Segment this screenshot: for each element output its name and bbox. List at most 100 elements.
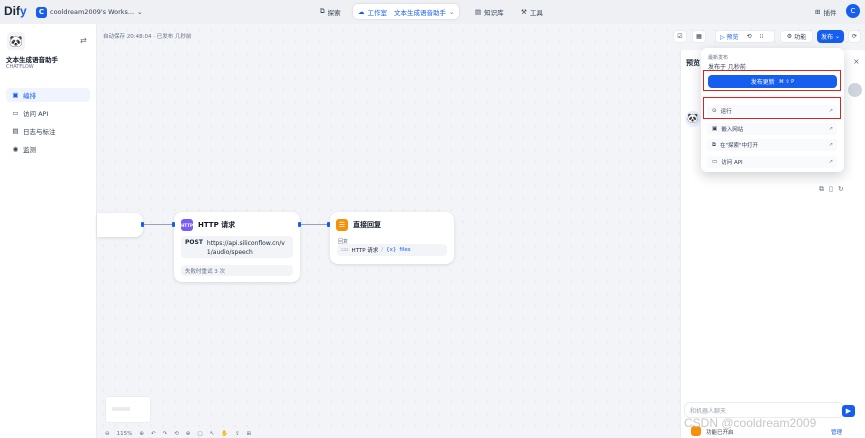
variable-name: files: [399, 247, 411, 253]
file-icon: ▤: [12, 127, 19, 135]
http-url: https://api.siliconflow.cn/v1/audio/spee…: [206, 240, 285, 256]
http-icon: HTTP: [181, 219, 193, 231]
top-bar: Dify C cooldream2009's Works... ⌄ ⧉ 探索 ☁ …: [0, 0, 865, 24]
layout-grid-icon[interactable]: ▦: [692, 30, 706, 43]
arrow-up-right-icon: ↗: [828, 142, 833, 148]
latest-publish-label: 最新发布: [708, 55, 729, 61]
answer-icon: ☰: [336, 219, 348, 231]
publish-button[interactable]: 发布 ⌄: [817, 30, 844, 43]
user-avatar-icon: [848, 83, 862, 97]
redo-icon[interactable]: ↷: [163, 431, 168, 437]
variable-icon: ▫▫: [341, 247, 349, 253]
zoom-in-icon[interactable]: ⊕: [139, 431, 144, 437]
collapse-sidebar-icon[interactable]: ⇄: [80, 36, 87, 45]
send-icon: ▶: [845, 407, 852, 415]
layout-icon: ▣: [12, 91, 19, 99]
chevron-down-icon: ⌄: [449, 7, 455, 16]
panel-title: 预览: [686, 59, 700, 67]
edge: [144, 224, 172, 225]
nav-current-app[interactable]: 文本生成语音助手: [394, 7, 446, 17]
plugin-icon: ⊞: [815, 7, 821, 16]
undo-icon[interactable]: ↶: [151, 431, 156, 437]
terminal-icon: ▭: [12, 109, 19, 117]
edge: [301, 224, 329, 225]
play-icon: ▷: [720, 34, 725, 41]
chevron-down-icon: ⌄: [834, 33, 841, 40]
history-icon[interactable]: ⟲: [174, 431, 179, 437]
tool-icon: ⚒: [521, 7, 527, 16]
embed-icon: ▣: [712, 126, 718, 132]
copy-icon[interactable]: ⧉: [819, 185, 824, 194]
arrow-up-right-icon: ↗: [828, 159, 833, 165]
note-icon[interactable]: ▢: [197, 431, 202, 437]
zoom-out-icon[interactable]: ⊖: [105, 431, 110, 437]
sidebar-item-api[interactable]: ▭ 访问 API: [6, 106, 90, 120]
popup-item-embed[interactable]: ▣ 嵌入网站 ↗: [707, 123, 837, 135]
plugin-button[interactable]: ⊞ 插件: [810, 4, 841, 19]
features-button[interactable]: ⚙ 功能: [780, 30, 813, 43]
monitor-icon: ◉: [12, 145, 19, 153]
checklist-icon[interactable]: ☑: [673, 30, 687, 43]
variable-brace-icon: {x}: [386, 247, 397, 253]
separator-icon: /: [381, 247, 384, 253]
add-node-icon[interactable]: ⊕: [186, 431, 191, 437]
sidebar-item-monitor[interactable]: ◉ 监测: [6, 142, 90, 156]
preview-group: ▷ 预览 ⟲ ⁝⁝: [715, 30, 775, 43]
watermark: CSDN @cooldream2009: [684, 416, 817, 430]
popup-item-api[interactable]: ▭ 访问 API ↗: [707, 156, 837, 168]
workspace-badge: C: [36, 6, 47, 18]
pointer-icon[interactable]: ↖: [210, 431, 215, 437]
nav-knowledge[interactable]: ▤ 知识库: [470, 4, 509, 19]
compass-icon: ⧉: [320, 7, 325, 15]
feature-icon: ⚙: [786, 33, 793, 40]
send-button[interactable]: ▶: [842, 405, 855, 417]
hand-icon[interactable]: ✋: [221, 431, 228, 437]
preview-button[interactable]: ▷ 预览: [720, 32, 739, 41]
zoom-level[interactable]: 115%: [117, 431, 133, 437]
book-icon: ▤: [475, 7, 482, 16]
studio-icon: ☁: [358, 7, 365, 16]
sidebar: 🐼 ⇄ 文本生成语音助手 CHATFLOW ▣ 编排 ▭ 访问 API ▤ 日志与标注…: [0, 24, 97, 438]
nav-explore[interactable]: ⧉ 探索: [315, 4, 346, 19]
sidebar-item-orchestrate[interactable]: ▣ 编排: [6, 88, 90, 102]
app-icon: 🐼: [7, 32, 25, 50]
export-icon[interactable]: ⇪: [235, 431, 240, 437]
terminal-icon: ▭: [712, 159, 718, 165]
minimap-viewport: [112, 407, 130, 411]
app-mode: CHATFLOW: [6, 64, 34, 70]
nav-tools[interactable]: ⚒ 工具: [516, 4, 548, 19]
http-method: POST: [185, 239, 203, 246]
answer-node[interactable]: ☰ 直接回复 回复 ▫▫ HTTP 请求 / {x} files: [330, 212, 454, 264]
bot-avatar-icon: 🐼: [685, 111, 701, 127]
canvas-controls: ⊖ 115% ⊕ ↶ ↷ ⟲ ⊕ ▢ ↖ ✋ ⇪ ⊞: [105, 429, 251, 438]
delete-icon[interactable]: ▯: [829, 185, 833, 194]
previous-node[interactable]: [97, 213, 143, 237]
sidebar-item-logs[interactable]: ▤ 日志与标注: [6, 124, 90, 138]
workspace-name: cooldream2009's Works...: [50, 8, 135, 16]
highlight-box: [703, 70, 841, 91]
node-title: 直接回复: [353, 221, 381, 229]
popup-item-explore[interactable]: ⧉ 在"探索"中打开 ↗: [707, 139, 837, 151]
arrange-icon[interactable]: ⊞: [247, 431, 252, 437]
variable-source: HTTP 请求: [351, 248, 379, 254]
dify-logo[interactable]: Dify: [4, 4, 27, 18]
variables-icon[interactable]: ⁝⁝: [760, 33, 764, 40]
manage-link[interactable]: 管理: [831, 428, 842, 436]
node-title: HTTP 请求: [198, 221, 236, 229]
history-icon[interactable]: ⟲: [747, 33, 752, 40]
user-avatar[interactable]: C: [846, 4, 860, 18]
arrow-up-right-icon: ↗: [828, 126, 833, 132]
nav-studio[interactable]: ☁ 工作室 文本生成语音助手 ⌄: [353, 4, 460, 19]
http-request-node[interactable]: HTTP HTTP 请求 POST https://api.siliconflo…: [174, 212, 300, 282]
highlight-box: [703, 97, 841, 119]
autosave-status: 自动保存 20:48:04 · 已发布 几秒前: [103, 34, 192, 40]
node-handle[interactable]: [172, 222, 175, 227]
chevron-down-icon: ⌄: [137, 8, 143, 16]
close-icon[interactable]: ×: [853, 57, 860, 66]
refresh-icon[interactable]: ↻: [838, 185, 844, 194]
minimap[interactable]: [105, 396, 151, 423]
external-icon: ⧉: [712, 141, 716, 148]
workspace-switcher[interactable]: C cooldream2009's Works... ⌄: [36, 5, 143, 19]
retry-info: 失败时重试 3 次: [181, 265, 293, 276]
version-history-icon[interactable]: ⟳: [848, 30, 861, 43]
